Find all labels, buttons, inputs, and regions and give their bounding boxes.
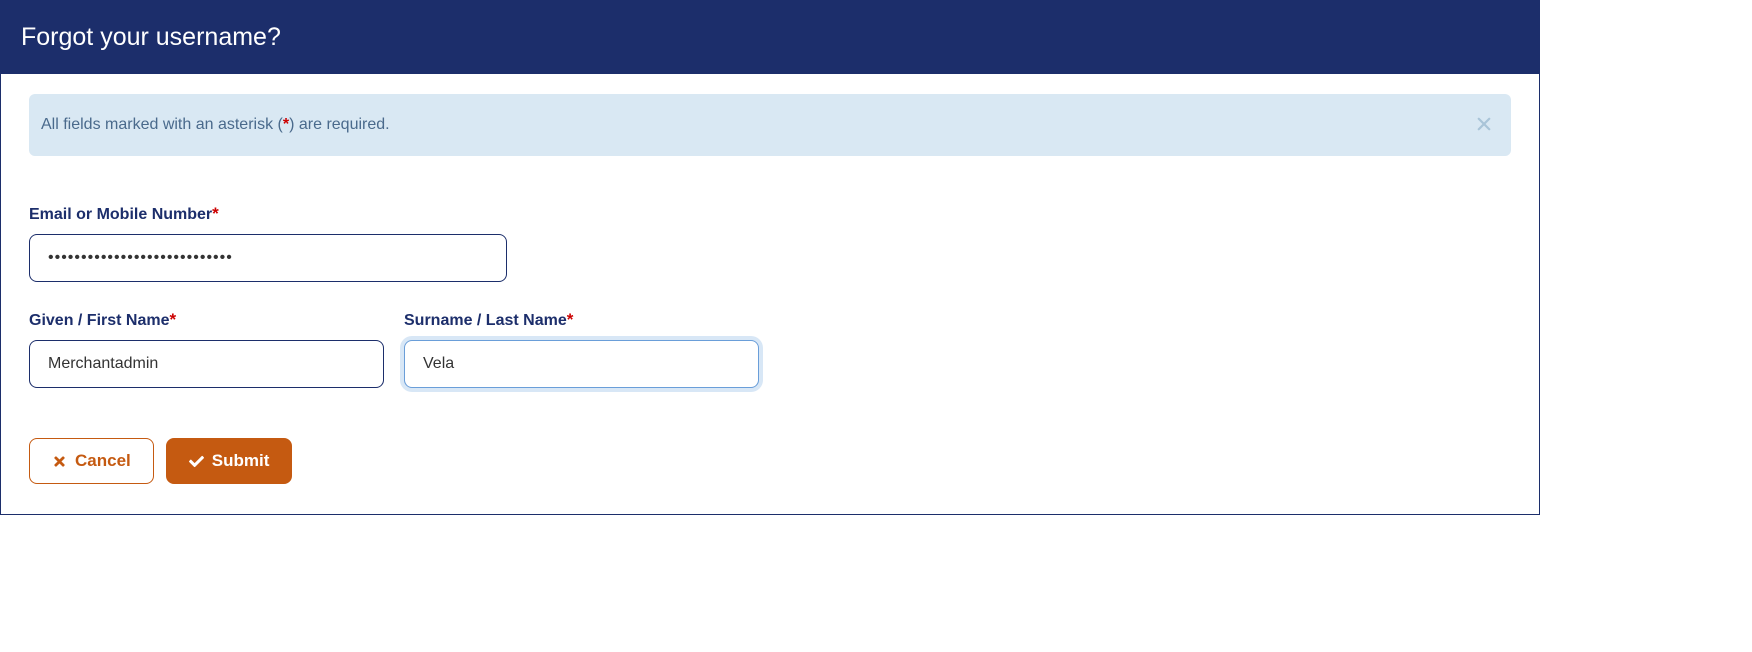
last-name-group: Surname / Last Name* xyxy=(404,310,759,388)
alert-message: All fields marked with an asterisk (*) a… xyxy=(41,116,390,134)
cancel-button[interactable]: Cancel xyxy=(29,438,154,484)
email-label-text: Email or Mobile Number xyxy=(29,206,212,223)
last-name-label: Surname / Last Name* xyxy=(404,310,759,330)
x-icon xyxy=(52,454,67,469)
cancel-button-label: Cancel xyxy=(75,451,131,471)
email-field[interactable] xyxy=(29,234,507,282)
last-name-label-text: Surname / Last Name xyxy=(404,312,567,329)
email-label: Email or Mobile Number* xyxy=(29,204,507,224)
first-name-group: Given / First Name* xyxy=(29,310,384,388)
alert-text-suffix: ) are required. xyxy=(289,116,390,133)
page-title: Forgot your username? xyxy=(21,23,1519,52)
required-star: * xyxy=(567,310,574,329)
last-name-field[interactable] xyxy=(404,340,759,388)
email-group: Email or Mobile Number* xyxy=(29,204,507,282)
alert-text-prefix: All fields marked with an asterisk ( xyxy=(41,116,283,133)
close-icon[interactable] xyxy=(1477,116,1491,134)
required-star: * xyxy=(212,204,219,223)
submit-button[interactable]: Submit xyxy=(166,438,293,484)
panel-body: All fields marked with an asterisk ( * ) a… xyxy=(1,74,1539,514)
submit-button-label: Submit xyxy=(212,451,270,471)
first-name-label: Given / First Name* xyxy=(29,310,384,330)
name-row: Given / First Name* Surname / Last Name* xyxy=(29,310,1511,416)
first-name-label-text: Given / First Name xyxy=(29,312,170,329)
check-icon xyxy=(189,454,204,469)
required-fields-alert: All fields marked with an asterisk (*) a… xyxy=(29,94,1511,156)
forgot-username-panel: Forgot your username? All fields marked … xyxy=(0,0,1540,515)
required-star: * xyxy=(170,310,177,329)
first-name-field[interactable] xyxy=(29,340,384,388)
panel-header: Forgot your username? xyxy=(1,1,1539,74)
button-row: Cancel Submit xyxy=(29,438,1511,484)
